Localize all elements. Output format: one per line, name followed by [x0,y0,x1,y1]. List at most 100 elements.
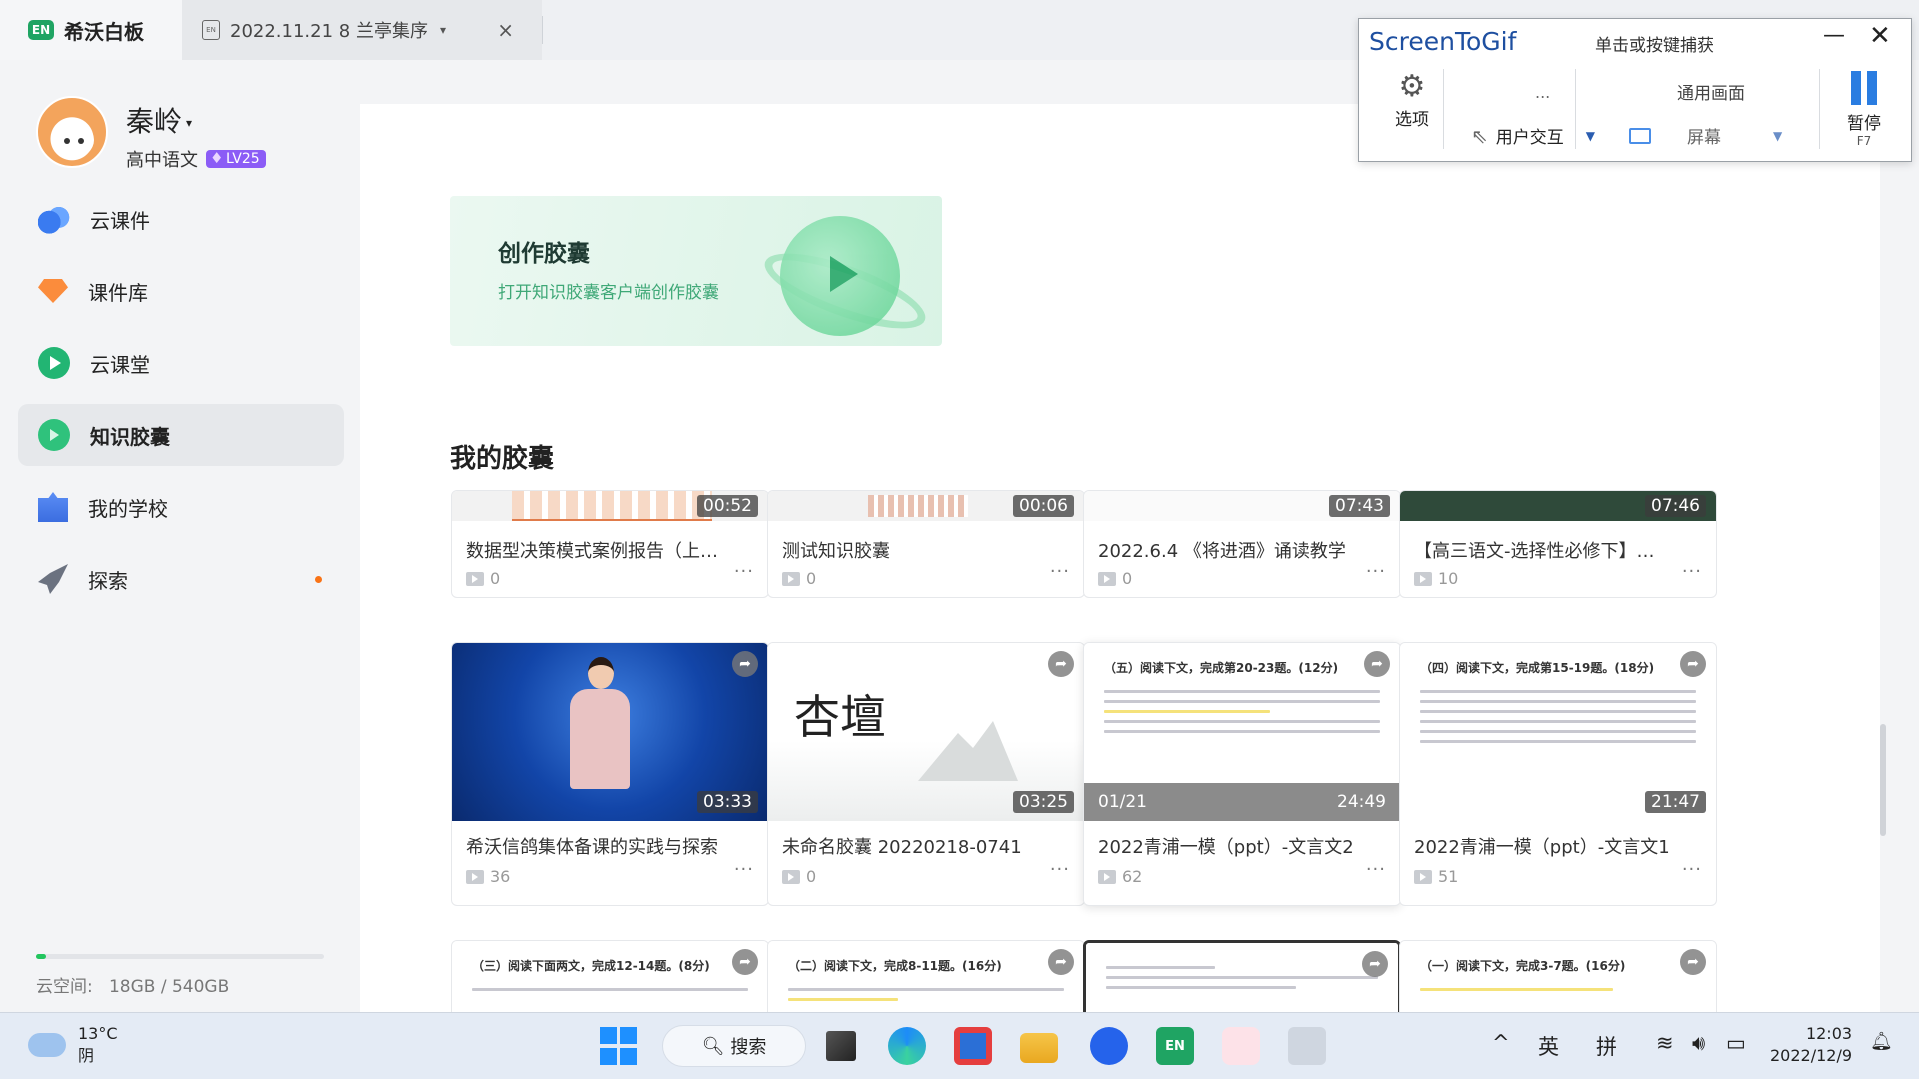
volume-icon[interactable]: 🔊︎ [1692,1031,1705,1056]
tab-close-button[interactable]: × [497,18,514,42]
rocket-icon [38,564,68,594]
card-meta: 0 [466,569,500,588]
sidebar-nav: 云课件 课件库 云课堂 知识胶囊 我的学校 探索 [18,188,344,620]
scrollbar-thumb[interactable] [1880,724,1886,836]
stg-pause-button[interactable]: 暂停 F7 [1839,71,1889,148]
capsule-card[interactable]: （三）阅读下面两文，完成12-14题。(8分) ➦ [451,940,769,1020]
text-line [1104,730,1380,733]
ime-mode[interactable]: 拼 [1596,1031,1617,1061]
pause-bar [1867,71,1877,105]
sidebar-item-cloud-courseware[interactable]: 云课件 [18,188,344,250]
sidebar-item-my-school[interactable]: 我的学校 [18,476,344,538]
capsule-card[interactable]: （二）阅读下文，完成8-11题。(16分) ➦ [767,940,1085,1020]
user-menu[interactable]: 秦岭 ▾ [126,100,192,140]
card-thumbnail: （三）阅读下面两文，完成12-14题。(8分) ➦ [452,941,768,1019]
chevron-down-icon[interactable]: ▾ [440,23,446,37]
stg-mode-select[interactable]: ⇖ 用户交互 ▼ [1471,123,1595,149]
notification-bell-icon[interactable]: 🔔︎ [1870,1031,1893,1052]
share-icon[interactable]: ➦ [1680,949,1706,975]
duration-badge: 07:43 [1329,495,1390,517]
more-button[interactable]: ··· [1050,561,1070,582]
capsule-card[interactable]: ➦ 03:33 希沃信鸽集体备课的实践与探索 36 ··· [451,642,769,906]
storage-text: 云空间: 18GB / 540GB [36,972,229,997]
minimize-button[interactable]: — [1823,23,1845,48]
capsule-card[interactable]: ➦ [1083,940,1401,1020]
share-icon[interactable]: ➦ [1362,951,1388,977]
start-button-windows-icon[interactable] [600,1027,638,1065]
share-icon[interactable]: ➦ [1680,651,1706,677]
weather-widget[interactable]: 13°C 阴 [28,1023,118,1067]
wechat-icon[interactable] [1222,1027,1260,1065]
close-button[interactable]: ✕ [1869,21,1891,51]
battery-icon[interactable]: ▭ [1726,1031,1746,1055]
stg-more[interactable]: ... [1535,83,1550,102]
section-title: 我的胶囊 [450,444,555,474]
video-icon [782,571,800,586]
sidebar-item-explore[interactable]: 探索 [18,548,344,610]
gem-icon [38,279,68,303]
sidebar-item-cloud-class[interactable]: 云课堂 [18,332,344,394]
capsule-card[interactable]: 07:43 2022.6.4 《将进酒》诵读教学 0 ··· [1083,490,1401,598]
edge-browser-icon[interactable] [888,1027,926,1065]
create-capsule-banner[interactable]: 创作胶囊 打开知识胶囊客户端创作胶囊 [450,196,942,346]
more-button[interactable]: ··· [1682,859,1702,880]
easinote-icon[interactable]: EN [1156,1027,1194,1065]
ime-language[interactable]: 英 [1538,1031,1559,1061]
more-button[interactable]: ··· [1050,859,1070,880]
card-title: 2022青浦一模（ppt）-文言文1 [1414,837,1670,858]
card-thumbnail: 00:52 [452,491,768,521]
card-thumbnail: ➦ [1086,943,1398,1017]
more-button[interactable]: ··· [1366,859,1386,880]
taskbar: 13°C 阴 🔍︎ 搜索 EN ^ 英 拼 ≋ 🔊︎ ▭ 12:03 2022/… [0,1012,1919,1079]
video-icon [1098,869,1116,884]
stg-screen-select[interactable]: 屏幕 ▼ [1629,123,1782,148]
search-icon: 🔍︎ [701,1035,725,1057]
share-icon[interactable]: ➦ [1048,651,1074,677]
stg-screen-label: 屏幕 [1687,128,1721,148]
duration-badge: 21:47 [1645,791,1706,813]
taskbar-search[interactable]: 🔍︎ 搜索 [662,1025,806,1067]
store-icon[interactable] [954,1027,992,1065]
video-icon [1414,869,1432,884]
avatar[interactable] [36,96,108,168]
banner-subtitle: 打开知识胶囊客户端创作胶囊 [498,283,719,303]
capsule-card[interactable]: 00:06 测试知识胶囊 0 ··· [767,490,1085,598]
card-title: 测试知识胶囊 [782,541,890,562]
share-icon[interactable]: ➦ [1048,949,1074,975]
document-preview: （二）阅读下文，完成8-11题。(16分) [788,957,1064,1008]
sidebar-item-label: 我的学校 [88,496,168,521]
screentogif-taskbar-icon[interactable] [1288,1027,1326,1065]
highlighted-line [788,998,899,1001]
capsule-card-hovered[interactable]: （五）阅读下文，完成第20-23题。(12分) ➦ 01/21 24:49 20… [1083,642,1401,906]
avatar-eye [78,138,84,144]
app-title: 希沃白板 [64,19,144,44]
clock[interactable]: 12:03 2022/12/9 [1770,1023,1852,1067]
capsule-card[interactable]: 杏壇 ➦ 03:25 未命名胶囊 20220218-0741 0 ··· [767,642,1085,906]
share-icon[interactable]: ➦ [732,949,758,975]
card-meta: 62 [1098,867,1142,886]
media-player-icon[interactable] [1090,1027,1128,1065]
tab-app-home[interactable]: EN 希沃白板 [0,0,182,60]
wifi-icon[interactable]: ≋ [1656,1031,1674,1055]
sidebar-item-knowledge-capsule[interactable]: 知识胶囊 [18,404,344,466]
file-explorer-icon[interactable] [1020,1033,1058,1063]
capsule-card[interactable]: 07:46 【高三语文-选择性必修下】… 10 ··· [1399,490,1717,598]
stg-options-button[interactable]: ⚙ 选项 [1387,69,1437,130]
tab-document[interactable]: EN 2022.11.21 8 兰亭集序 ▾ × [182,0,542,60]
task-view-icon[interactable] [826,1031,856,1061]
capsule-card[interactable]: 00:52 数据型决策模式案例报告（上… 0 ··· [451,490,769,598]
text-line [1104,690,1380,693]
share-icon[interactable]: ➦ [1364,651,1390,677]
clock-date: 2022/12/9 [1770,1046,1853,1065]
sidebar-item-courseware-library[interactable]: 课件库 [18,260,344,322]
capsule-card[interactable]: （一）阅读下文，完成3-7题。(16分) ➦ [1399,940,1717,1020]
more-button[interactable]: ··· [734,859,754,880]
more-button[interactable]: ··· [734,561,754,582]
card-thumbnail: ➦ 03:33 [452,643,768,821]
more-button[interactable]: ··· [1366,561,1386,582]
share-icon[interactable]: ➦ [732,651,758,677]
chevron-up-icon[interactable]: ^ [1492,1031,1510,1055]
more-button[interactable]: ··· [1682,561,1702,582]
capsule-card[interactable]: （四）阅读下文，完成第15-19题。(18分) ➦ 21:47 2022青浦一模… [1399,642,1717,906]
card-title: 希沃信鸽集体备课的实践与探索 [466,837,718,858]
